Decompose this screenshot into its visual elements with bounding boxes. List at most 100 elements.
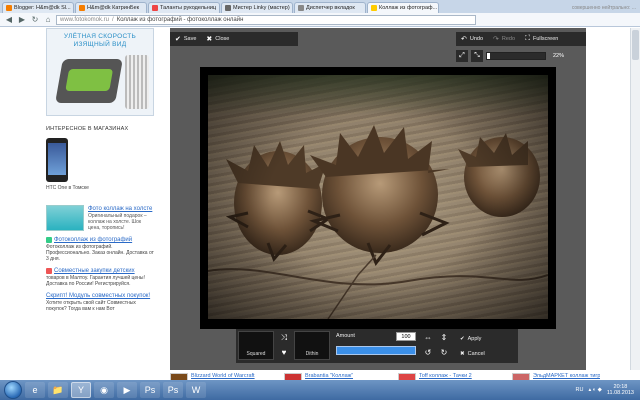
taskbar-app-explorer-icon[interactable]: 📁 [48,382,68,398]
effect-controls-panel: Squared ⤨ ♥ Dithin Amount 100 ⇔ ⇕ ↺ ↻ ✔ A… [236,329,518,363]
amount-input[interactable]: 100 [396,332,416,341]
zoom-slider-fill [487,53,490,59]
browser-tab[interactable]: Диспетчер вкладок [294,2,366,13]
taskbar-app-word-icon[interactable]: W [186,382,206,398]
cancel-button[interactable]: ✖ Cancel [456,347,516,360]
clock-date: 11.08.2013 [606,390,634,396]
page-content: УЛЁТНАЯ СКОРОСТЬ ИЗЯЩНЫЙ ВИД ИНТЕРЕСНОЕ … [0,28,640,398]
apply-button[interactable]: ✔ Apply [456,332,516,345]
flip-vertical-icon[interactable]: ⇕ [438,332,450,344]
language-indicator[interactable]: RU [576,387,584,393]
close-icon: ✖ [206,36,213,43]
ad-title: УЛЁТНАЯ СКОРОСТЬ ИЗЯЩНЫЙ ВИД [63,33,137,48]
url-page-title: Коллаж из фотографий - фотоколлаж онлайн [116,16,244,23]
browser-tab[interactable]: H&m@dk КатринБек [75,2,147,13]
windows-taskbar: e 📁 Y ◉ ▶ Ps Ps W RU ▴ ◐ ◆ 20:18 11.08.2… [0,380,640,400]
tab-favicon-icon [6,5,12,11]
clock[interactable]: 20:18 11.08.2013 [607,384,634,396]
browser-tab[interactable]: Blogger: H&m@dk Sl... [2,2,74,13]
sidebar-ad-block: Совместные закупки детских товаров в Maл… [46,267,154,287]
photo-frame [200,67,556,329]
back-icon[interactable]: ◀ [4,15,14,25]
browser-tab[interactable]: Мистер Linky (мастер) [221,2,293,13]
sidebar-ad-block: Фотоколлаж из фотографий Фотоколлаж из ф… [46,236,154,262]
page-scrollbar[interactable] [630,28,640,370]
ad-icon [46,267,52,274]
undo-button[interactable]: ↶ Undo [456,32,488,46]
fit-screen-icon[interactable]: ⤢ [456,50,468,62]
rotate-right-icon[interactable]: ↻ [438,347,450,359]
url-host: www.fotokomok.ru [60,16,110,23]
phone-caption[interactable]: HTC One в Томске [46,185,154,191]
taskbar-app-photoshop2-icon[interactable]: Ps [163,382,183,398]
left-sidebar: УЛЁТНАЯ СКОРОСТЬ ИЗЯЩНЫЙ ВИД ИНТЕРЕСНОЕ … [46,28,154,370]
tabbar-hint: совершенно нейтрально: ... [571,4,636,11]
rotate-left-icon[interactable]: ↺ [422,347,434,359]
effect-dithin-swatch[interactable]: Dithin [294,331,330,360]
tab-favicon-icon [152,5,158,11]
redo-button[interactable]: ↷ Redo [488,32,520,46]
taskbar-app-media-icon[interactable]: ▶ [117,382,137,398]
fullscreen-icon: ⛶ [525,35,530,42]
effect-squared-swatch[interactable]: Squared [238,331,274,360]
amount-slider[interactable] [336,346,416,355]
actual-size-icon[interactable]: ⤡ [471,50,483,62]
promo-canvas-collage: Фото коллаж на холсте Оригинальный подар… [46,205,154,231]
redo-icon: ↷ [493,36,499,43]
amount-slider-fill [337,347,415,354]
browser-tab[interactable]: Таланты рукодельниц [148,2,220,13]
ad-link[interactable]: Фотоколлаж из фотографий [54,237,132,243]
heart-icon[interactable]: ♥ [278,347,290,359]
ad-desc: Фотоколлаж из фотографий. Профессиональн… [46,244,154,262]
promo-link[interactable]: Фото коллаж на холсте [88,205,154,213]
promo-text: Оригинальный подарок – коллаж на холсте.… [88,213,147,231]
shops-section-heading: ИНТЕРЕСНОЕ В МАГАЗИНАХ [46,126,129,132]
tab-favicon-icon [371,5,377,11]
taskbar-app-ie-icon[interactable]: e [25,382,45,398]
promo-thumbnail[interactable] [46,205,84,231]
ad-link[interactable]: Совместные закупки детских [54,268,135,274]
start-button[interactable] [4,381,22,399]
tab-favicon-icon [298,5,304,11]
undo-icon: ↶ [461,36,467,43]
reload-icon[interactable]: ↻ [30,15,40,25]
ad-desc: товаров в Maлтоy. Гарантия лучшей цены! … [46,275,145,287]
router-ad-banner[interactable]: УЛЁТНАЯ СКОРОСТЬ ИЗЯЩНЫЙ ВИД [46,28,154,116]
url-separator-icon: / [112,16,114,23]
shuffle-icon[interactable]: ⤨ [278,332,290,344]
browser-tab-bar: Blogger: H&m@dk Sl... H&m@dk КатринБек Т… [0,0,640,13]
home-icon[interactable]: ⌂ [43,15,53,25]
sidebar-ad-block: Скрипт! Модуль совместных покупок! Хотит… [46,292,154,312]
taskbar-app-photoshop-icon[interactable]: Ps [140,382,160,398]
close-button[interactable]: ✖ Close [201,32,234,46]
amount-label: Amount [336,333,355,339]
check-icon: ✔ [175,36,181,43]
check-icon: ✔ [460,335,465,342]
browser-tab-active[interactable]: Коллаж из фотограф... [367,2,439,13]
photo-editor: ✔ Save ✖ Close ↶ Undo ↷ Redo ⛶ Fullscreen ⤢ ⤡… [170,28,586,370]
pinecones-photo[interactable] [208,75,548,319]
zoom-value: 22% [553,53,565,59]
flip-horizontal-icon[interactable]: ⇔ [422,332,434,344]
zoom-controls: ⤢ ⤡ 22% [456,49,586,63]
forward-icon[interactable]: ▶ [17,15,27,25]
tab-favicon-icon [79,5,85,11]
ad-desc: Хотите открыть свой сайт Совместных поку… [46,300,136,312]
taskbar-app-chrome-icon[interactable]: ◉ [94,382,114,398]
speaker-image [125,55,149,109]
scrollbar-thumb[interactable] [632,30,639,60]
fullscreen-button[interactable]: ⛶ Fullscreen [520,32,563,46]
tray-icons[interactable]: ▴ ◐ ◆ [589,387,602,393]
tab-favicon-icon [225,5,231,11]
zoom-slider[interactable] [486,52,546,60]
phone-product-image[interactable] [46,138,68,182]
browser-nav-bar: ◀ ▶ ↻ ⌂ www.fotokomok.ru / Коллаж из фот… [0,13,640,27]
editor-top-toolbar-right: ↶ Undo ↷ Redo ⛶ Fullscreen [456,32,586,46]
system-tray: RU ▴ ◐ ◆ 20:18 11.08.2013 [576,384,640,396]
ad-link[interactable]: Скрипт! Модуль совместных покупок! [46,293,150,299]
close-icon: ✖ [460,350,465,357]
ad-icon [46,236,52,243]
save-button[interactable]: ✔ Save [170,32,201,46]
taskbar-app-yandex-icon[interactable]: Y [71,382,91,398]
address-bar[interactable]: www.fotokomok.ru / Коллаж из фотографий … [56,14,476,25]
